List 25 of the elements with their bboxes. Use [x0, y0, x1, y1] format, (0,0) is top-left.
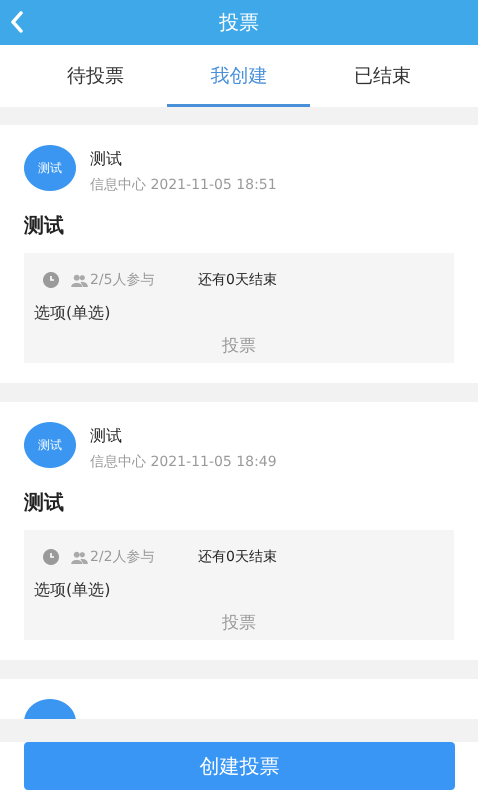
post-meta: 信息中心 2021-11-05 18:51 — [90, 176, 277, 194]
participant-count: 2/2人参与 — [90, 548, 156, 566]
participant-count: 2/5人参与 — [90, 271, 156, 289]
vote-card[interactable] — [0, 679, 478, 719]
clock-icon — [43, 549, 59, 565]
vote-title: 测试 — [24, 212, 65, 239]
tab[interactable]: 待投票 — [24, 45, 168, 107]
avatar: 测试 — [24, 422, 76, 468]
post-meta: 信息中心 2021-11-05 18:49 — [90, 453, 277, 471]
clock-icon — [43, 272, 59, 288]
author-name: 测试 — [90, 149, 123, 170]
avatar: 测试 — [24, 145, 76, 191]
people-icon — [71, 550, 88, 564]
vote-card[interactable]: 测试 测试 信息中心 2021-11-05 18:51 测试 2/5人参与 还有0天结束 选项(单选) 投票 — [0, 125, 478, 383]
vote-title: 测试 — [24, 489, 65, 516]
time-remaining: 还有0天结束 — [198, 548, 277, 566]
tab[interactable]: 已结束 — [310, 45, 454, 107]
option-type: 选项(单选) — [34, 580, 112, 601]
page-title: 投票 — [219, 9, 259, 36]
people-icon — [71, 274, 88, 286]
option-type: 选项(单选) — [34, 303, 112, 324]
author-name: 测试 — [90, 426, 123, 447]
time-remaining: 还有0天结束 — [198, 271, 277, 289]
vote-card[interactable]: 测试 测试 信息中心 2021-11-05 18:49 测试 2/2人参与 还有0天结束 选项(单选) 投票 — [0, 402, 478, 660]
back-icon[interactable] — [10, 11, 24, 33]
